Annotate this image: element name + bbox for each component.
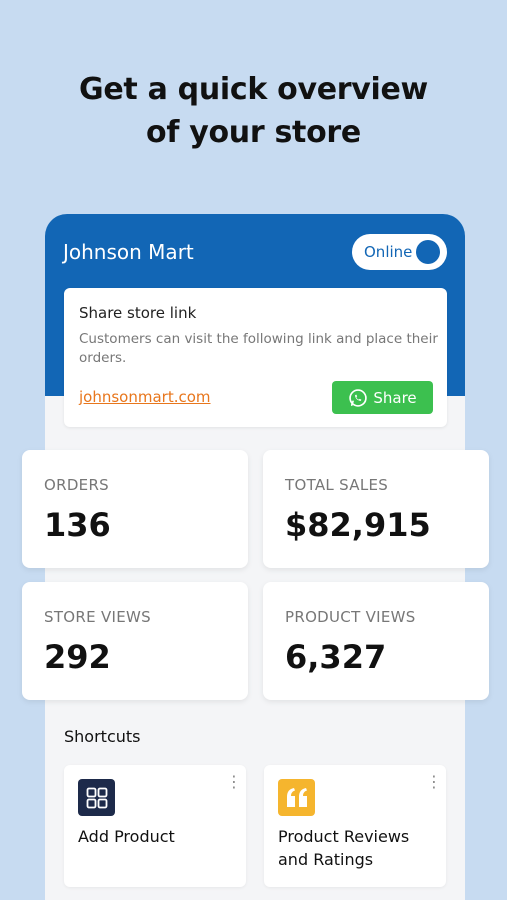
- stat-value: 136: [44, 506, 111, 544]
- headline: Get a quick overview of your store: [0, 68, 507, 154]
- store-link[interactable]: johnsonmart.com: [79, 388, 211, 406]
- stat-value: 292: [44, 638, 111, 676]
- shortcut-label: Add Product: [78, 827, 175, 846]
- share-store-card: Share store link Customers can visit the…: [64, 288, 447, 427]
- stat-card-store-views[interactable]: STORE VIEWS 292: [22, 582, 248, 700]
- headline-line-1: Get a quick overview: [79, 72, 428, 107]
- stat-label: PRODUCT VIEWS: [285, 608, 416, 626]
- stat-card-orders[interactable]: ORDERS 136: [22, 450, 248, 568]
- shortcut-add-product[interactable]: ⋮ Add Product: [64, 765, 246, 887]
- grid-icon: [78, 779, 115, 816]
- store-name: Johnson Mart: [63, 240, 194, 264]
- stat-card-total-sales[interactable]: TOTAL SALES $82,915: [263, 450, 489, 568]
- share-button[interactable]: Share: [332, 381, 433, 414]
- headline-line-2: of your store: [146, 115, 361, 150]
- stat-value: 6,327: [285, 638, 387, 676]
- shortcut-label: Product Reviews and Ratings: [278, 827, 410, 869]
- stat-label: STORE VIEWS: [44, 608, 151, 626]
- share-button-label: Share: [373, 388, 417, 407]
- stat-card-product-views[interactable]: PRODUCT VIEWS 6,327: [263, 582, 489, 700]
- shortcut-product-reviews[interactable]: ⋮ Product Reviews and Ratings: [264, 765, 446, 887]
- toggle-knob: [416, 240, 440, 264]
- stat-label: ORDERS: [44, 476, 110, 494]
- more-options-icon[interactable]: ⋮: [226, 774, 242, 790]
- online-toggle[interactable]: Online: [352, 234, 447, 270]
- shortcuts-title: Shortcuts: [64, 727, 141, 746]
- stat-value: $82,915: [285, 506, 431, 544]
- quote-icon: [278, 779, 315, 816]
- whatsapp-icon: [349, 388, 368, 407]
- online-toggle-label: Online: [364, 243, 413, 261]
- share-card-description: Customers can visit the following link a…: [79, 331, 438, 366]
- stat-label: TOTAL SALES: [285, 476, 389, 494]
- share-card-title: Share store link: [79, 304, 197, 322]
- more-options-icon[interactable]: ⋮: [426, 774, 442, 790]
